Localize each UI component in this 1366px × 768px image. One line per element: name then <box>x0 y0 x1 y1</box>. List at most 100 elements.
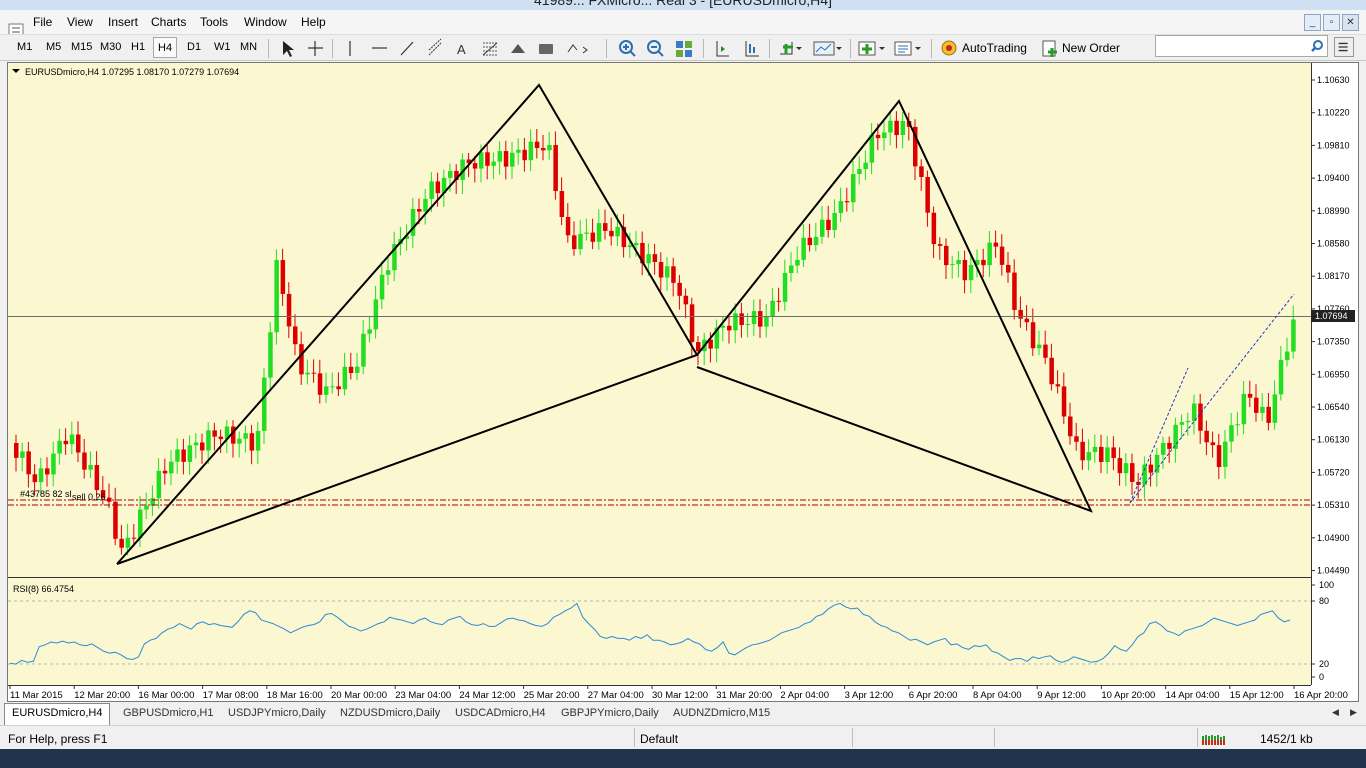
bull-candle <box>882 132 887 139</box>
new-order-button[interactable]: New Order <box>1062 41 1120 55</box>
triangle-icon[interactable] <box>508 38 528 59</box>
new-order-icon[interactable] <box>1040 38 1060 59</box>
chart-header: EURUSDmicro,H4 1.07295 1.08170 1.07279 1… <box>25 67 239 77</box>
menu-tools[interactable]: Tools <box>200 15 228 29</box>
tile-windows-icon[interactable] <box>673 38 695 59</box>
trendline-icon[interactable] <box>397 38 417 59</box>
timeframe-h1[interactable]: H1 <box>131 41 145 53</box>
price-tick-label: 1.04490 <box>1317 566 1350 576</box>
tab-usdjpymicro-daily[interactable]: USDJPYmicro,Daily <box>228 707 326 719</box>
status-profile[interactable]: Default <box>640 732 678 746</box>
zoom-in-icon[interactable] <box>617 38 639 59</box>
bear-candle <box>1198 403 1203 431</box>
title-bar: 41989... FXMicro... Real 3 - [EURUSDmicr… <box>0 0 1366 10</box>
svg-text:A: A <box>457 42 466 57</box>
timeframe-d1[interactable]: D1 <box>187 41 201 53</box>
menu-help[interactable]: Help <box>301 15 326 29</box>
time-tick-label: 30 Mar 12:00 <box>652 690 708 701</box>
time-tick-label: 18 Mar 16:00 <box>267 690 323 701</box>
bear-candle <box>999 246 1005 265</box>
separator <box>606 39 607 58</box>
bull-candle <box>869 134 875 163</box>
crosshair-icon[interactable] <box>305 38 325 59</box>
timeframe-mn[interactable]: MN <box>240 41 257 53</box>
timeframe-m15[interactable]: M15 <box>71 41 92 53</box>
bull-candle <box>255 430 261 451</box>
restore-button[interactable]: ▫ <box>1323 14 1340 31</box>
bear-candle <box>336 386 341 390</box>
rsi-panel[interactable] <box>8 578 1311 685</box>
bull-candle <box>243 433 248 439</box>
cursor-icon[interactable] <box>277 38 297 59</box>
bull-candle <box>448 170 453 178</box>
fibonacci-icon[interactable] <box>480 38 500 59</box>
autoscroll-icon[interactable] <box>741 38 763 59</box>
indicators-icon[interactable] <box>777 38 803 59</box>
bear-candle <box>931 212 937 245</box>
bear-candle <box>541 148 546 151</box>
menu-window[interactable]: Window <box>244 15 287 29</box>
bear-candle <box>696 342 701 352</box>
bear-candle <box>1254 397 1259 413</box>
bull-candle <box>386 270 391 275</box>
timeframe-w1[interactable]: W1 <box>214 41 231 53</box>
time-tick-label: 24 Mar 12:00 <box>459 690 515 701</box>
minimize-button[interactable]: _ <box>1304 14 1321 31</box>
bull-candle <box>57 440 62 454</box>
tab-gbpjpymicro-daily[interactable]: GBPJPYmicro,Daily <box>561 707 659 719</box>
tab-gbpusdmicro-h1[interactable]: GBPUSDmicro,H1 <box>123 707 213 719</box>
bull-candle <box>720 325 726 328</box>
tabs-scroll-left-icon[interactable]: ◀ <box>1332 707 1339 718</box>
bull-candle <box>1278 360 1284 395</box>
close-button[interactable]: ✕ <box>1342 14 1359 31</box>
periods-icon[interactable] <box>812 38 842 59</box>
bull-candle <box>1185 420 1191 423</box>
timeframe-m5[interactable]: M5 <box>46 41 61 53</box>
search-icon[interactable] <box>1310 39 1324 53</box>
timeframe-h4[interactable]: H4 <box>153 37 178 58</box>
status-traffic: 1452/1 kb <box>1260 732 1313 746</box>
tabs-scroll-right-icon[interactable]: ▶ <box>1350 707 1357 718</box>
bull-candle <box>187 445 193 462</box>
menu-insert[interactable]: Insert <box>108 15 138 29</box>
rsi-tick-label: 100 <box>1319 580 1334 590</box>
text-icon[interactable]: A <box>453 38 471 59</box>
tab-eurusdmicro-h4[interactable]: EURUSDmicro,H4 <box>4 703 111 725</box>
bear-candle <box>249 433 255 451</box>
zoom-out-icon[interactable] <box>645 38 667 59</box>
bull-candle <box>330 386 335 388</box>
new-chart-icon[interactable] <box>857 38 887 59</box>
tab-usdcadmicro-h4[interactable]: USDCADmicro,H4 <box>455 707 545 719</box>
bear-candle <box>1080 441 1085 461</box>
vertical-line-icon[interactable] <box>341 38 359 59</box>
horizontal-line-icon[interactable] <box>369 38 389 59</box>
timeframe-m30[interactable]: M30 <box>100 41 121 53</box>
rsi-header: RSI(8) 66.4754 <box>13 584 74 594</box>
connection-status-icon[interactable] <box>1202 732 1226 745</box>
arrows-icon[interactable] <box>564 38 592 59</box>
search-input[interactable] <box>1155 35 1328 57</box>
bull-candle <box>1291 319 1296 352</box>
bear-candle <box>14 443 19 458</box>
separator <box>852 728 853 747</box>
bear-candle <box>299 344 304 375</box>
menu-view[interactable]: View <box>67 15 93 29</box>
taskbar <box>0 749 1366 768</box>
chart-shift-icon[interactable] <box>712 38 732 59</box>
timeframe-m1[interactable]: M1 <box>17 41 32 53</box>
tab-audnzdmicro-m15[interactable]: AUDNZDmicro,M15 <box>673 707 770 719</box>
autotrading-button[interactable]: AutoTrading <box>962 41 1027 55</box>
rectangle-icon[interactable] <box>536 38 556 59</box>
bear-candle <box>1061 386 1067 417</box>
bear-candle <box>683 295 689 305</box>
hamburger-menu-button[interactable] <box>1334 37 1354 57</box>
tab-nzdusdmicro-daily[interactable]: NZDUSDmicro,Daily <box>340 707 440 719</box>
menu-file[interactable]: File <box>33 15 52 29</box>
autotrading-icon[interactable] <box>939 38 959 59</box>
channel-icon[interactable] <box>425 38 445 59</box>
menu-charts[interactable]: Charts <box>151 15 186 29</box>
bull-candle <box>268 332 273 378</box>
templates-icon[interactable] <box>893 38 923 59</box>
chart-window[interactable]: #43785 82 sl sell 0.26 EURUSDmicro,H4 1.… <box>7 62 1359 702</box>
price-tick-label: 1.05310 <box>1317 500 1350 510</box>
